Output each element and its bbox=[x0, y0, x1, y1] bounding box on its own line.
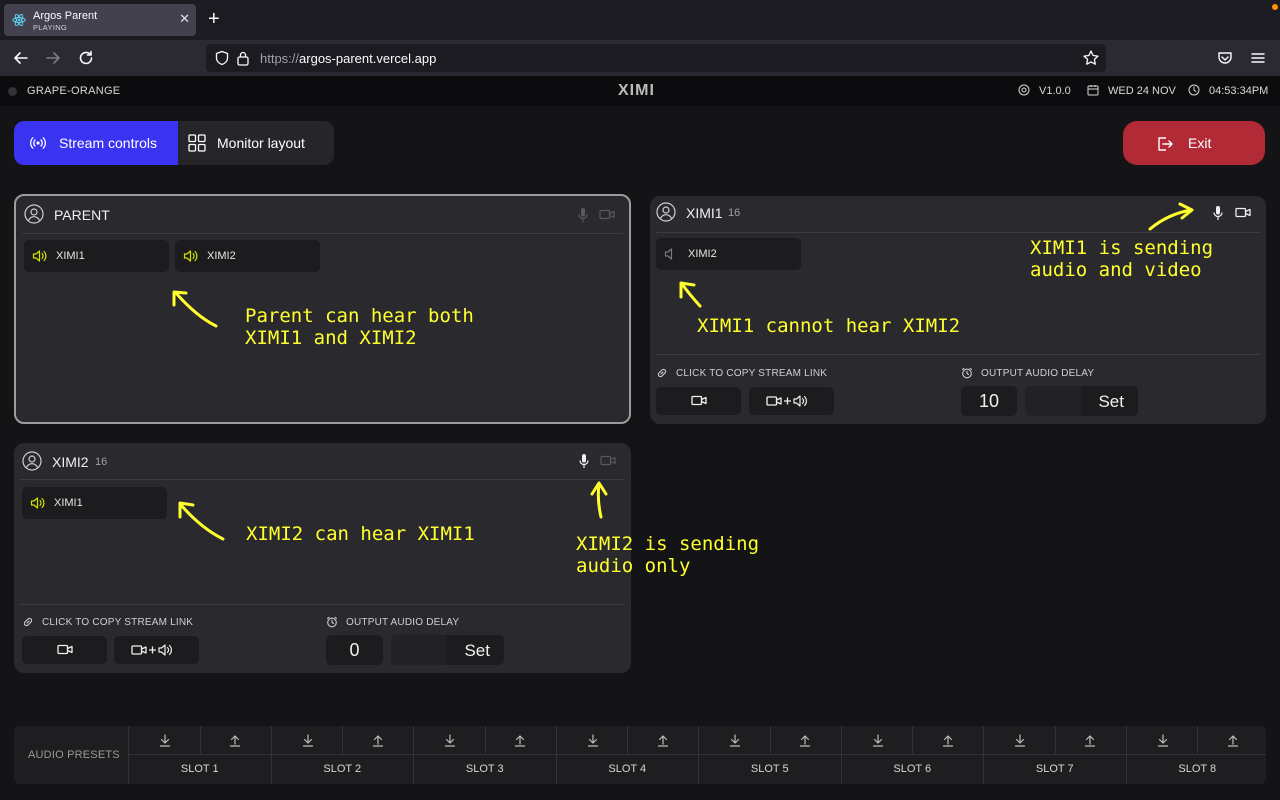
annotation-arrows bbox=[172, 202, 1194, 541]
annotation-ximi2-hears: XIMI2 can hear XIMI1 bbox=[246, 523, 475, 545]
slot-label[interactable]: SLOT 1 bbox=[129, 763, 271, 775]
annotation-arrow-ximi1-cannot bbox=[680, 282, 702, 308]
preset-slot: SLOT 4 bbox=[555, 726, 699, 784]
save-preset-icon[interactable] bbox=[942, 734, 954, 747]
slot-label[interactable]: SLOT 5 bbox=[699, 763, 841, 775]
slot-label[interactable]: SLOT 3 bbox=[414, 763, 556, 775]
slot-label[interactable]: SLOT 4 bbox=[557, 763, 699, 775]
load-preset-icon[interactable] bbox=[444, 734, 456, 747]
annotation-ximi1-cannot: XIMI1 cannot hear XIMI2 bbox=[697, 315, 961, 337]
save-preset-icon[interactable] bbox=[1227, 734, 1239, 747]
slot-action-divider bbox=[769, 726, 771, 755]
load-preset-icon[interactable] bbox=[587, 734, 599, 747]
slot-action-divider bbox=[1197, 726, 1199, 755]
preset-slot: SLOT 8 bbox=[1125, 726, 1267, 784]
slot-action-divider bbox=[627, 726, 629, 755]
annotation-arrow-ximi2-sending bbox=[596, 482, 603, 519]
slot-action-divider bbox=[484, 726, 486, 755]
slot-action-divider bbox=[199, 726, 201, 755]
annotation-parent-hears: Parent can hear both XIMI1 and XIMI2 bbox=[245, 305, 474, 349]
slot-action-divider bbox=[912, 726, 914, 755]
save-preset-icon[interactable] bbox=[229, 734, 241, 747]
audio-presets-title: AUDIO PRESETS bbox=[28, 749, 120, 761]
slot-label[interactable]: SLOT 7 bbox=[984, 763, 1126, 775]
load-preset-icon[interactable] bbox=[1157, 734, 1169, 747]
slot-action-divider bbox=[1054, 726, 1056, 755]
preset-slot: SLOT 2 bbox=[270, 726, 414, 784]
load-preset-icon[interactable] bbox=[729, 734, 741, 747]
load-preset-icon[interactable] bbox=[872, 734, 884, 747]
preset-slot: SLOT 5 bbox=[698, 726, 841, 784]
load-preset-icon[interactable] bbox=[302, 734, 314, 747]
save-preset-icon[interactable] bbox=[799, 734, 811, 747]
slot-actions bbox=[1126, 726, 1266, 755]
annotation-ximi2-sending: XIMI2 is sending audio only bbox=[576, 533, 760, 577]
annotation-arrow-ximi1-sending bbox=[1148, 208, 1193, 231]
slot-label[interactable]: SLOT 6 bbox=[842, 763, 984, 775]
save-preset-icon[interactable] bbox=[372, 734, 384, 747]
annotation-arrow-ximi2-hears bbox=[179, 503, 225, 541]
preset-slot: SLOT 7 bbox=[983, 726, 1126, 784]
save-preset-icon[interactable] bbox=[514, 734, 526, 747]
slot-label[interactable]: SLOT 8 bbox=[1127, 763, 1267, 775]
preset-slot: SLOT 3 bbox=[413, 726, 556, 784]
load-preset-icon[interactable] bbox=[159, 734, 171, 747]
slot-action-divider bbox=[342, 726, 344, 755]
annotation-arrow-parent bbox=[174, 291, 218, 328]
preset-slot: SLOT 6 bbox=[840, 726, 984, 784]
save-preset-icon[interactable] bbox=[1084, 734, 1096, 747]
preset-slot: SLOT 1 bbox=[128, 726, 271, 784]
slot-label[interactable]: SLOT 2 bbox=[272, 763, 414, 775]
save-preset-icon[interactable] bbox=[657, 734, 669, 747]
audio-presets-bar: AUDIO PRESETS SLOT 1 SLOT 2 SLOT 3 SLOT 4 SL… bbox=[14, 726, 1266, 784]
annotation-ximi1-sending: XIMI1 is sending audio and video bbox=[1030, 237, 1214, 281]
load-preset-icon[interactable] bbox=[1014, 734, 1026, 747]
